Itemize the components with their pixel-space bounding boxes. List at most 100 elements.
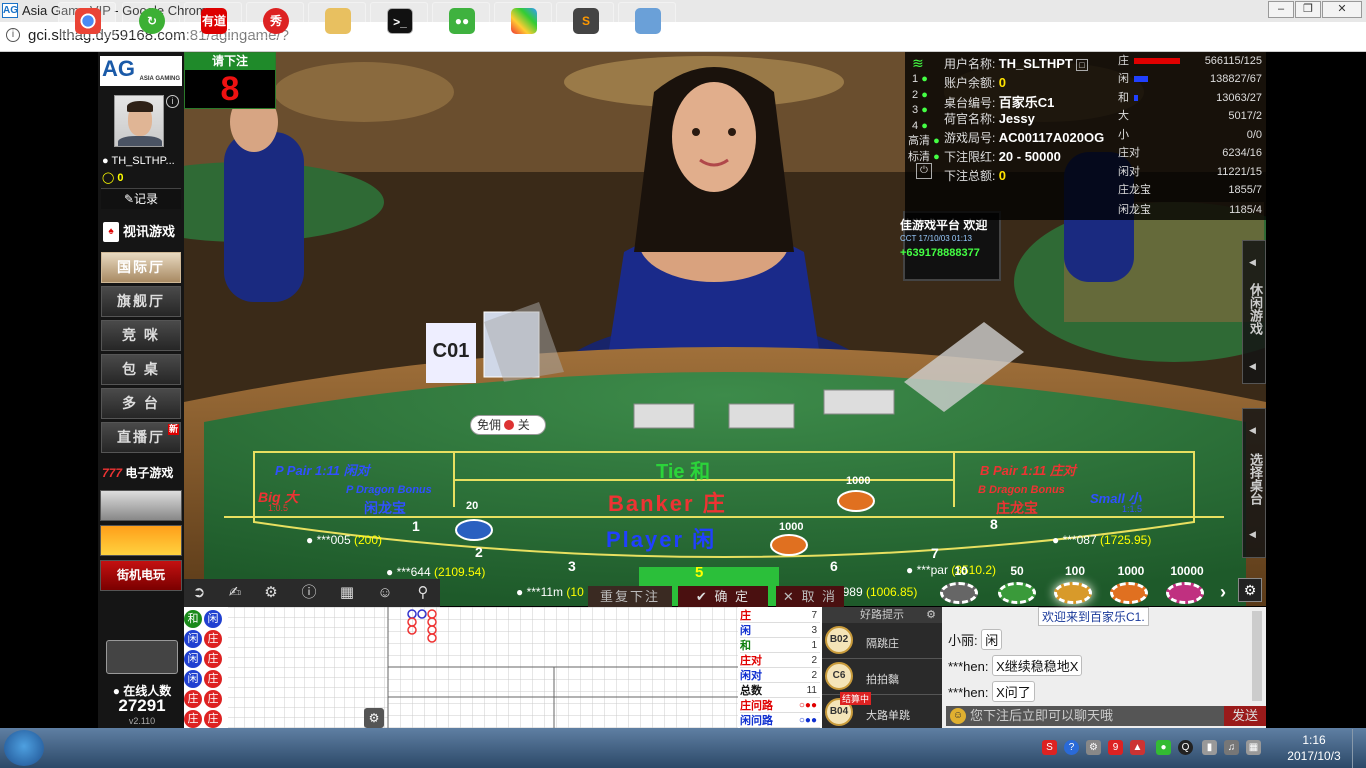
info-icon[interactable]: i: [6, 28, 20, 42]
bead-row: 庄庄: [184, 709, 228, 729]
taskbar-cmd[interactable]: >_: [370, 2, 428, 38]
bank-icon[interactable]: ▦: [336, 583, 358, 603]
taskbar-wechat[interactable]: ●●: [432, 2, 490, 38]
location-icon[interactable]: ⚲: [412, 583, 434, 603]
bet-player-dragon[interactable]: P Dragon Bonus: [346, 484, 432, 496]
taskbar-app[interactable]: [494, 2, 552, 38]
hall-flagship[interactable]: 旗舰厅: [101, 286, 181, 317]
chip-100[interactable]: [1054, 582, 1092, 604]
dealer-screen: 佳游戏平台 欢迎 CCT 17/10/03 01:13 +63917888837…: [900, 218, 988, 259]
line-option[interactable]: 4 ●: [912, 119, 940, 135]
chip-1000[interactable]: [1110, 582, 1148, 604]
record-button[interactable]: ✎记录: [101, 188, 181, 209]
chevron-right-icon[interactable]: ›: [1220, 582, 1226, 603]
hall-international[interactable]: 国际厅: [101, 252, 181, 283]
line-option[interactable]: 1 ●: [912, 72, 940, 88]
bead-row: 闲庄: [184, 629, 228, 649]
cancel-button[interactable]: ✕ 取 消: [776, 586, 844, 607]
quality-hd[interactable]: 高清 ●: [908, 134, 940, 150]
usb-icon[interactable]: ▮: [1202, 740, 1217, 755]
stat-banker-pair: 庄对 6234/16: [1118, 147, 1262, 159]
help-icon[interactable]: ?: [1064, 740, 1079, 755]
seat-number: 2: [475, 544, 483, 560]
slot-machine-banner[interactable]: [100, 490, 182, 521]
arrow-left-icon: ◀: [1249, 361, 1256, 371]
bet-banker-dragon[interactable]: B Dragon Bonus: [978, 484, 1065, 496]
free-commission-toggle[interactable]: 免佣 关: [470, 415, 546, 435]
info-icon[interactable]: i: [166, 95, 179, 108]
gear-icon[interactable]: ⚙: [260, 583, 282, 603]
line-option[interactable]: 3 ●: [912, 103, 940, 119]
copy-icon[interactable]: □: [1076, 59, 1088, 71]
app-icon: AG: [2, 3, 18, 18]
maximize-button[interactable]: ❐: [1295, 1, 1321, 18]
emoji-icon[interactable]: ☺: [950, 708, 966, 724]
tray-s-icon[interactable]: S: [1042, 740, 1057, 755]
fishing-game-banner[interactable]: [100, 525, 182, 556]
bet-player[interactable]: Player 闲: [606, 522, 716, 554]
road-toggle-icon[interactable]: ⚙: [364, 708, 384, 728]
hint-row[interactable]: B04 大路单跳 结算中: [822, 692, 942, 731]
bead-row: 闲庄: [184, 649, 228, 669]
chip-10[interactable]: [940, 582, 978, 604]
tab-casual-games[interactable]: ◀ 休闲游戏 ◀: [1242, 240, 1266, 384]
ask-player[interactable]: 闲问路 ○●●: [740, 714, 820, 728]
network-icon[interactable]: ▦: [1246, 740, 1261, 755]
repeat-bet-button[interactable]: 重复下注: [588, 586, 672, 607]
bet-banker-pair[interactable]: B Pair 1:11 庄对: [980, 460, 1076, 479]
chat-input[interactable]: ☺ 您下注后立即可以聊天哦: [946, 706, 1224, 726]
gear-icon[interactable]: ⚙: [926, 607, 936, 623]
electronic-games-button[interactable]: 777 电子游戏: [100, 462, 182, 484]
send-button[interactable]: 发送: [1224, 706, 1266, 726]
hall-multi-table[interactable]: 多 台: [101, 388, 181, 419]
power-icon[interactable]: ⏻: [916, 163, 932, 179]
stat-player: 闲 138827/67: [1118, 73, 1262, 85]
confirm-button[interactable]: ✔ 确 定: [678, 586, 768, 607]
chat-message: ***hen: X继续稳稳地X: [948, 655, 1083, 676]
hint-row[interactable]: C6 拍拍黐: [822, 659, 942, 695]
clock[interactable]: 1:16 2017/10/3: [1284, 732, 1344, 764]
bet-tie[interactable]: Tie 和: [656, 455, 710, 484]
tray-icon[interactable]: 9: [1108, 740, 1123, 755]
minimize-button[interactable]: –: [1268, 1, 1294, 18]
close-button[interactable]: ✕: [1322, 1, 1362, 18]
qq-icon[interactable]: Q: [1178, 740, 1193, 755]
tab-select-table[interactable]: ◀ 选择桌台 ◀: [1242, 408, 1266, 558]
wechat-tray-icon[interactable]: ●: [1156, 740, 1171, 755]
avatar[interactable]: [114, 95, 164, 147]
taskbar-chrome[interactable]: [58, 2, 116, 38]
taskbar-photo[interactable]: [618, 2, 676, 38]
info-icon[interactable]: ⓘ: [298, 583, 320, 603]
arcade-button[interactable]: 街机电玩: [100, 560, 182, 591]
hint-row[interactable]: B02 隔跳庄: [822, 623, 942, 659]
show-desktop-button[interactable]: [1352, 729, 1366, 768]
hall-live[interactable]: 直播厅新: [101, 422, 181, 453]
add-user-icon[interactable]: ☺: [374, 583, 396, 603]
taskbar-refresh[interactable]: ↻: [122, 2, 180, 38]
chat-scrollbar[interactable]: [1252, 611, 1262, 701]
bet-banker[interactable]: Banker 庄: [608, 486, 727, 518]
hall-private[interactable]: 包 桌: [101, 354, 181, 385]
stat-row: 庄对 2: [740, 654, 820, 668]
line-option[interactable]: 2 ●: [912, 88, 940, 104]
taskbar-sublime[interactable]: S: [556, 2, 614, 38]
hint-title: 好路提示 ⚙: [822, 607, 942, 623]
mini-table-thumbnail[interactable]: [106, 640, 178, 674]
tray-icon[interactable]: ▲: [1130, 740, 1145, 755]
exit-icon[interactable]: ➲: [188, 583, 210, 603]
start-button[interactable]: [4, 730, 44, 766]
hall-squeeze[interactable]: 竞 咪: [101, 320, 181, 351]
chip-50[interactable]: [998, 582, 1036, 604]
tray-icon[interactable]: ⚙: [1086, 740, 1101, 755]
taskbar-xiu[interactable]: 秀: [246, 2, 304, 38]
chip-10000[interactable]: [1166, 582, 1204, 604]
ask-banker[interactable]: 庄问路 ○●●: [740, 699, 820, 713]
bet-player-pair[interactable]: P Pair 1:11 闲对: [275, 460, 370, 479]
video-games-button[interactable]: ♠ 视讯游戏: [101, 218, 181, 246]
taskbar-explorer[interactable]: [308, 2, 366, 38]
taskbar-youdao[interactable]: 有道: [184, 2, 242, 38]
volume-icon[interactable]: ♫: [1224, 740, 1239, 755]
seat-number: 1: [412, 518, 420, 534]
settings-icon[interactable]: ⚙: [1238, 578, 1262, 602]
chat-icon[interactable]: ✍: [224, 583, 246, 603]
